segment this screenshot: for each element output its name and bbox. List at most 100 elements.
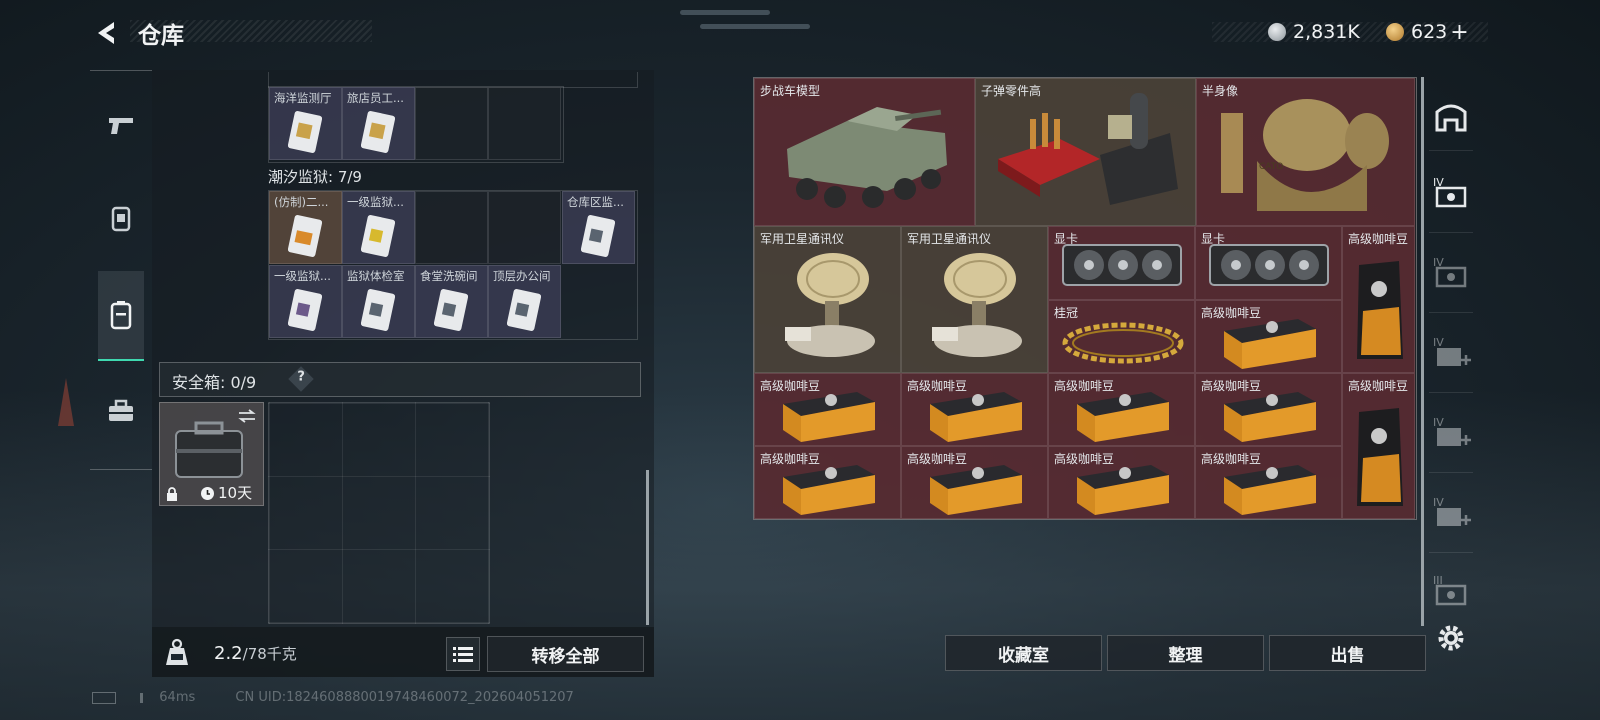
status-bar: 64ms CN UID:1824608880019748460072_20260…	[92, 690, 574, 705]
collection-room-button[interactable]: 收藏室	[945, 635, 1102, 671]
empty-slot[interactable]	[488, 191, 561, 264]
add-stash-icon: IV	[1433, 496, 1471, 526]
stash-item-bust[interactable]: 半身像 CATO	[1196, 78, 1415, 226]
stash-item-satcom[interactable]: 军用卫星通讯仪	[901, 226, 1048, 373]
silver-coin-icon	[1268, 23, 1286, 41]
safebox-label: 安全箱: 0/9	[172, 373, 257, 392]
back-arrow-icon[interactable]	[92, 18, 122, 48]
stash-item-coffee-box[interactable]: 高级咖啡豆	[901, 446, 1048, 519]
keycard-slot[interactable]: 顶层办公间	[488, 265, 561, 338]
stash-tab-4-b[interactable]: IV	[1431, 252, 1471, 292]
keycard-icon	[361, 111, 395, 153]
safebox-timer: 10天	[218, 484, 253, 502]
pistol-icon	[109, 118, 133, 134]
keycard-icon	[288, 111, 322, 153]
keycard-icon	[288, 215, 322, 257]
keycard-slot[interactable]: 监狱体检室	[342, 265, 415, 338]
laurel-wreath-icon	[1062, 322, 1184, 364]
coffee-box-icon	[930, 392, 1022, 442]
coffee-box-icon	[783, 392, 875, 442]
keycard-icon	[507, 289, 541, 331]
coffee-box-icon	[930, 465, 1022, 515]
safebox-item[interactable]: 10天	[159, 402, 264, 506]
stash-item-gpu[interactable]: 显卡	[1195, 226, 1342, 300]
keycard-slot[interactable]: 一级监狱...	[269, 265, 342, 338]
silver-currency: 2,831K	[1268, 20, 1360, 44]
coffee-bag-tall-icon	[1357, 261, 1403, 359]
stash-item-coffee-box[interactable]: 高级咖啡豆	[1195, 373, 1342, 446]
stash-tab-3[interactable]: III	[1431, 570, 1471, 610]
section-label-tidal-prison: 潮汐监狱: 7/9	[268, 168, 362, 186]
organize-button[interactable]: 整理	[1107, 635, 1264, 671]
stash-tab-add-3[interactable]: IV	[1431, 492, 1471, 532]
keycard-icon	[581, 215, 615, 257]
coffee-box-icon	[783, 465, 875, 515]
stash-item-coffee-bag[interactable]: 高级咖啡豆	[1342, 373, 1415, 519]
stash-item-coffee-box[interactable]: 高级咖啡豆	[1048, 373, 1195, 446]
stash-item-coffee-box[interactable]: 高级咖啡豆	[754, 446, 901, 519]
stash-crate-icon: III	[1433, 574, 1467, 606]
armor-icon	[111, 206, 131, 232]
map-cards-grid-1: 海洋监测厅 旅店员工...	[268, 86, 564, 163]
list-view-button[interactable]	[446, 637, 480, 671]
stash-item-laurel[interactable]: 桂冠	[1048, 300, 1195, 373]
safebox-header: 安全箱: 0/9 ?	[159, 362, 641, 397]
weapons-tab[interactable]	[98, 81, 144, 169]
stash-item-coffee-box[interactable]: 高级咖啡豆	[901, 373, 1048, 446]
coffee-box-icon	[1224, 465, 1316, 515]
stash-item-gpu[interactable]: 显卡	[1048, 226, 1195, 300]
keycard-icon	[288, 289, 322, 331]
coffee-box-icon	[1224, 392, 1316, 442]
category-rail	[90, 70, 152, 470]
stash-item-coffee-box[interactable]: 高级咖啡豆	[754, 373, 901, 446]
keycard-slot[interactable]: 一级监狱...	[342, 191, 415, 264]
add-stash-icon: IV	[1433, 336, 1471, 366]
graphics-card-icon	[1062, 244, 1182, 286]
keycard-slot[interactable]: 仓库区监...	[562, 191, 635, 264]
stash-tab-main[interactable]	[1431, 96, 1471, 136]
ping-readout: 64ms	[159, 690, 196, 705]
keycard-slot[interactable]: 旅店员工...	[342, 87, 415, 160]
clock-icon	[201, 487, 214, 500]
warehouse-icon	[1435, 104, 1467, 132]
gold-coin-icon	[1386, 23, 1404, 41]
satellite-dish-icon	[785, 253, 875, 357]
transfer-all-button[interactable]: 转移全部	[487, 636, 644, 672]
gold-currency[interactable]: 623 +	[1386, 20, 1469, 45]
keycard-slot[interactable]: (仿制)二...	[269, 191, 342, 264]
stash-crate-icon: IV	[1433, 256, 1467, 288]
toolbox-tab[interactable]	[98, 367, 144, 455]
backpack-tab[interactable]	[98, 271, 144, 361]
sell-button[interactable]: 出售	[1269, 635, 1426, 671]
bust-statue-icon: CATO	[1221, 99, 1389, 211]
uid-readout: CN UID:1824608880019748460072_2026040512…	[235, 690, 574, 705]
stash-item-coffee-bag[interactable]: 高级咖啡豆	[1342, 226, 1415, 373]
stash-tab-4-active[interactable]: IV	[1431, 172, 1471, 212]
stash-scrollbar[interactable]	[1421, 77, 1424, 626]
safebox-slots[interactable]	[268, 402, 490, 624]
svg-text:IV: IV	[1433, 496, 1444, 509]
stash-tab-add-2[interactable]: IV	[1431, 412, 1471, 452]
add-gold-button[interactable]: +	[1450, 20, 1468, 45]
settings-gear-icon[interactable]	[1436, 623, 1466, 653]
keycard-slot[interactable]: 食堂洗碗间	[415, 265, 488, 338]
stash-tab-add-1[interactable]: IV	[1431, 332, 1471, 372]
stash-item-ifv-model[interactable]: 步战车模型	[754, 78, 975, 226]
empty-slot[interactable]	[488, 87, 561, 160]
empty-slot[interactable]	[415, 87, 488, 160]
weight-kg-icon	[166, 638, 188, 665]
stash-item-coffee-box[interactable]: 高级咖啡豆	[1195, 446, 1342, 519]
left-scrollbar[interactable]	[646, 470, 649, 625]
coffee-box-icon	[1224, 319, 1316, 369]
stash-item-coffee-box[interactable]: 高级咖啡豆	[1048, 446, 1195, 519]
help-button[interactable]: ?	[288, 366, 314, 392]
stash-item-satcom[interactable]: 军用卫星通讯仪	[754, 226, 901, 373]
equipment-tab[interactable]	[98, 175, 144, 263]
empty-slot[interactable]	[415, 191, 488, 264]
stash-item-ammo-parts[interactable]: 子弹零件高	[975, 78, 1196, 226]
swap-icon[interactable]	[237, 409, 257, 423]
keycard-slot[interactable]: 海洋监测厅	[269, 87, 342, 160]
stash-grid: 步战车模型 子弹零件高 半身像 CATO 军用卫星通讯仪 军用卫星通讯仪 显卡 …	[753, 77, 1417, 520]
stash-item-coffee-box[interactable]: 高级咖啡豆	[1195, 300, 1342, 373]
weight-readout: 2.2/78千克	[214, 643, 297, 664]
